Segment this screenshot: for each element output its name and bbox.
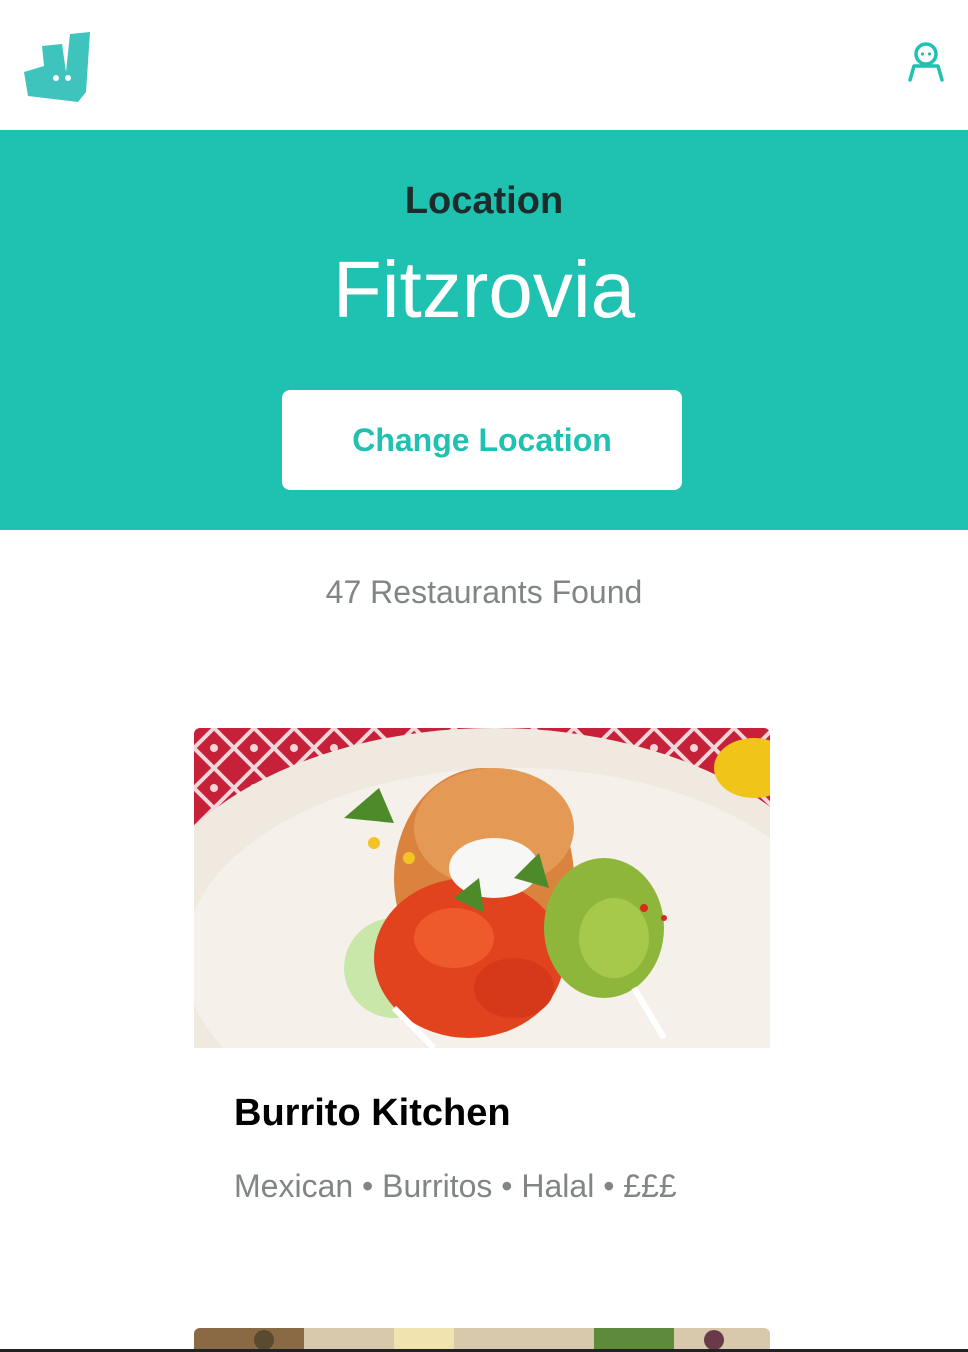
- user-account-icon[interactable]: [904, 38, 948, 82]
- location-label: Location: [404, 180, 564, 222]
- restaurant-name[interactable]: Burrito Kitchen: [234, 1092, 511, 1135]
- restaurants-found-count: 47 Restaurants Found: [325, 574, 643, 610]
- restaurant-tags: Mexican • Burritos • Halal • £££: [234, 1168, 677, 1204]
- location-hero: Location Fitzrovia Change Location: [0, 130, 968, 530]
- burrito-photo: [194, 728, 770, 1048]
- deliveroo-logo-icon[interactable]: [24, 32, 92, 104]
- current-location: Fitzrovia: [332, 245, 636, 334]
- top-navigation-bar: [0, 0, 968, 130]
- page: Location Fitzrovia Change Location 47 Re…: [0, 0, 968, 1352]
- restaurant-card[interactable]: Burrito Kitchen Mexican • Burritos • Hal…: [194, 728, 770, 1248]
- restaurant-image[interactable]: [194, 728, 770, 1048]
- change-location-button[interactable]: Change Location: [282, 390, 682, 490]
